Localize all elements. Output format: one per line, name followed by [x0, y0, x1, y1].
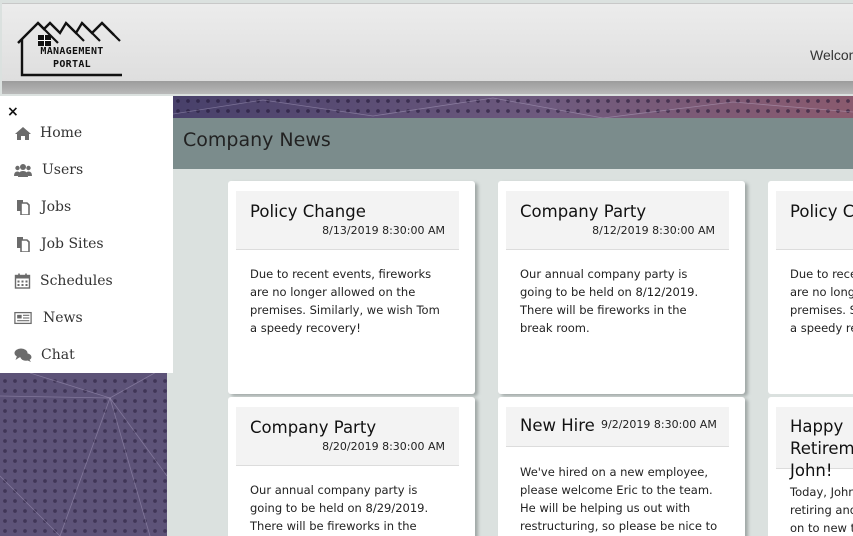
- card-body: Due to recent events, fireworks are no l…: [790, 267, 853, 335]
- copy-icon: [17, 200, 30, 215]
- sidebar-item-chat[interactable]: Chat: [0, 339, 173, 373]
- card-header: Company Party 8/12/2019 8:30:00 AM: [506, 191, 729, 250]
- sidebar-item-label: Chat: [41, 347, 75, 363]
- sidebar-item-label: Schedules: [40, 273, 113, 289]
- sidebar-item-label: Job Sites: [41, 236, 104, 252]
- decorative-band: [173, 96, 853, 118]
- news-card[interactable]: New Hire 9/2/2019 8:30:00 AM We've hired…: [498, 397, 745, 536]
- logo-line-1: MANAGEMENT: [40, 46, 104, 57]
- news-card[interactable]: Company Party 8/20/2019 8:30:00 AM Our a…: [228, 397, 475, 536]
- newspaper-icon: [14, 311, 32, 325]
- section-header: Company News: [173, 118, 853, 169]
- card-body: Due to recent events, fireworks are no l…: [250, 267, 440, 335]
- card-title: Policy Change: [250, 202, 366, 221]
- card-header: Company Party 8/20/2019 8:30:00 AM: [236, 407, 459, 466]
- card-body: Our annual company party is going to be …: [250, 483, 429, 533]
- card-header: New Hire 9/2/2019 8:30:00 AM: [506, 407, 729, 447]
- comments-icon: [14, 348, 32, 362]
- card-header: Policy Change 8/13/2019 8:30:00 AM: [236, 191, 459, 250]
- page-title: Company News: [183, 129, 331, 151]
- card-title: New Hire: [520, 416, 595, 435]
- card-body: Today, John is retiring and moving on to…: [790, 485, 853, 535]
- sidebar-item-schedules[interactable]: Schedules: [0, 265, 173, 299]
- header-divider: [2, 81, 853, 94]
- card-date: 8/20/2019 8:30:00 AM: [322, 440, 445, 453]
- news-card[interactable]: Policy Change Due to recent events, fire…: [768, 181, 853, 394]
- card-date: 8/13/2019 8:30:00 AM: [322, 224, 445, 237]
- card-header: Happy Retirement, John!: [776, 407, 853, 480]
- sidebar: × Home Users Jobs Job Sites Schedules Ne…: [0, 96, 173, 373]
- sidebar-item-label: Home: [40, 125, 83, 141]
- calendar-icon: [14, 273, 31, 289]
- card-date: 9/2/2019 8:30:00 AM: [601, 418, 717, 431]
- logo-text: MANAGEMENT PORTAL: [20, 45, 124, 71]
- sidebar-item-label: Jobs: [41, 199, 72, 215]
- card-title: Company Party: [520, 202, 647, 221]
- news-card[interactable]: Company Party 8/12/2019 8:30:00 AM Our a…: [498, 181, 745, 394]
- users-icon: [14, 164, 32, 177]
- sidebar-item-label: Users: [42, 162, 84, 178]
- welcome-text: Welcome: [810, 47, 853, 63]
- copy-icon: [17, 237, 30, 252]
- sidebar-item-users[interactable]: Users: [0, 154, 173, 188]
- sidebar-item-home[interactable]: Home: [0, 117, 173, 151]
- home-icon: [15, 127, 31, 140]
- sidebar-item-job-sites[interactable]: Job Sites: [0, 228, 173, 262]
- logo-line-2: PORTAL: [53, 59, 91, 70]
- card-date: 8/12/2019 8:30:00 AM: [592, 224, 715, 237]
- card-body: We've hired on a new employee, please we…: [520, 465, 718, 533]
- sidebar-item-jobs[interactable]: Jobs: [0, 191, 173, 225]
- card-title: Policy Change: [790, 202, 853, 221]
- news-card[interactable]: Happy Retirement, John! Today, John is r…: [768, 397, 853, 536]
- card-body: Our annual company party is going to be …: [520, 267, 699, 335]
- card-title: Company Party: [250, 418, 377, 437]
- sidebar-item-news[interactable]: News: [0, 302, 173, 336]
- news-card[interactable]: Policy Change 8/13/2019 8:30:00 AM Due t…: [228, 181, 475, 394]
- sidebar-item-label: News: [43, 310, 83, 326]
- card-header: Policy Change: [776, 191, 853, 250]
- card-title: Happy Retirement, John!: [790, 417, 853, 480]
